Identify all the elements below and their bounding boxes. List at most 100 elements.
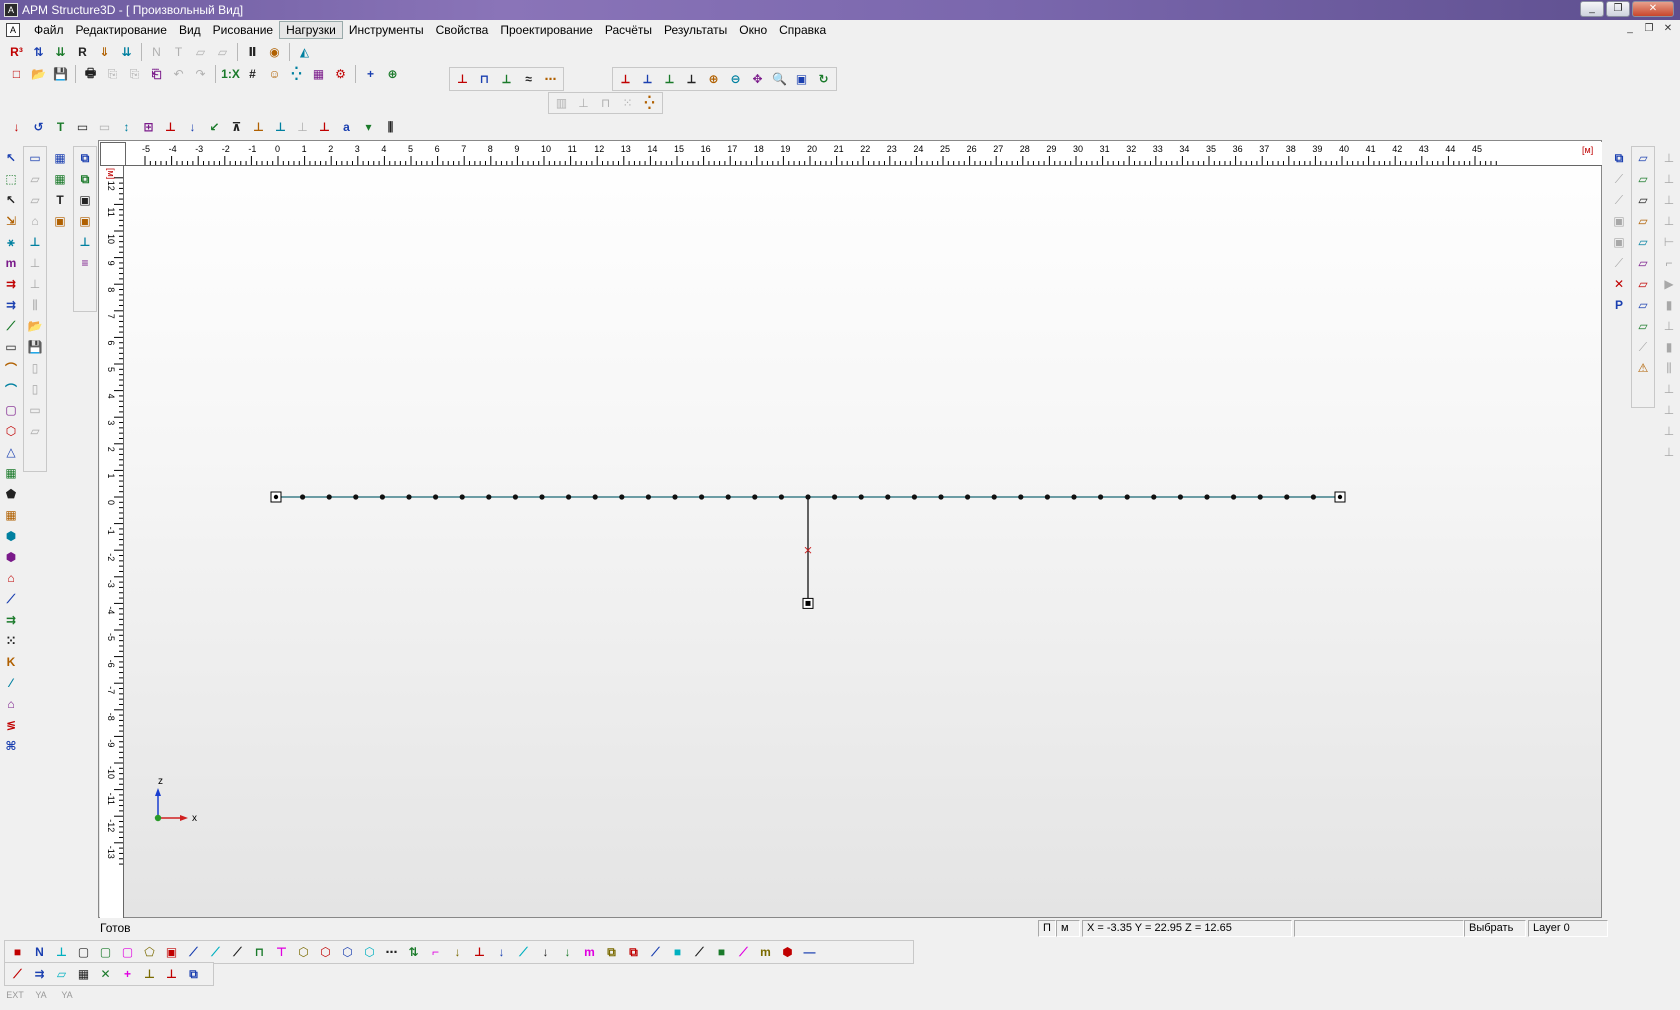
vtb-right1-tool-4-icon[interactable]: ▣ — [1609, 232, 1629, 252]
zoom-tool-9-icon[interactable]: ↻ — [813, 69, 834, 89]
vtb-left2-tool-1-icon[interactable]: ▱ — [25, 169, 45, 189]
zoom_row2-tool-1-icon[interactable]: ⊥ — [573, 93, 594, 113]
beam-node[interactable] — [619, 494, 625, 500]
vtb-left3-tool-2-icon[interactable]: T — [50, 190, 70, 210]
vtb-left4-tool-0-icon[interactable]: ⧉ — [75, 148, 95, 168]
zoom-tool-4-icon[interactable]: ⊕ — [703, 69, 724, 89]
row1-tool-5-icon[interactable]: ⇊ — [116, 42, 137, 62]
row2-tool-15-icon[interactable]: + — [360, 64, 381, 84]
zoom-tool-7-icon[interactable]: 🔍 — [769, 69, 790, 89]
vtb-left1-tool-12-icon[interactable]: ▢ — [1, 400, 21, 420]
ext-button[interactable]: EXT — [4, 986, 26, 1004]
vtb-left4-tool-1-icon[interactable]: ⧉ — [75, 169, 95, 189]
zoom_row2-tool-2-icon[interactable]: ⊓ — [595, 93, 616, 113]
vtb-left3-tool-1-icon[interactable]: ▦ — [50, 169, 70, 189]
row2-tool-12-icon[interactable]: ⁛ — [286, 64, 307, 84]
row2-tool-6-icon[interactable]: ⎗ — [146, 64, 167, 84]
bottom2-tool-4-icon[interactable]: ✕ — [95, 964, 116, 984]
vtb-left1-tool-26-icon[interactable]: ⌂ — [1, 694, 21, 714]
ya-button[interactable]: YA — [30, 986, 52, 1004]
bottom1-tool-15-icon[interactable]: ⬡ — [337, 942, 358, 962]
bottom1-tool-26-icon[interactable]: m — [579, 942, 600, 962]
loads-tool-4-icon[interactable]: ▭ — [94, 117, 115, 137]
beam-node[interactable] — [300, 494, 306, 500]
vtb-left2-tool-4-icon[interactable]: ⊥ — [25, 232, 45, 252]
vtb-left1-tool-6-icon[interactable]: ⇉ — [1, 274, 21, 294]
view-tool-4-icon[interactable]: ⋯ — [540, 69, 561, 89]
vtb-left2-tool-3-icon[interactable]: ⌂ — [25, 211, 45, 231]
beam-node[interactable] — [725, 494, 731, 500]
loads-tool-15-icon[interactable]: a — [336, 117, 357, 137]
vtb-right3-tool-5-icon[interactable]: ⌐ — [1659, 253, 1679, 273]
vtb-left1-tool-21-icon[interactable]: ⟋ — [1, 589, 21, 609]
bottom2-tool-3-icon[interactable]: ▦ — [73, 964, 94, 984]
row2-tool-16-icon[interactable]: ⊕ — [382, 64, 403, 84]
vtb-right2-tool-5-icon[interactable]: ▱ — [1633, 253, 1653, 273]
beam-node[interactable] — [885, 494, 891, 500]
vtb-right2-tool-4-icon[interactable]: ▱ — [1633, 232, 1653, 252]
beam-node[interactable] — [699, 494, 705, 500]
bottom1-tool-14-icon[interactable]: ⬡ — [315, 942, 336, 962]
beam-node[interactable] — [592, 494, 598, 500]
menu-item-7[interactable]: Проектирование — [494, 21, 599, 39]
bottom2-tool-2-icon[interactable]: ▱ — [51, 964, 72, 984]
vtb-left4-tool-5-icon[interactable]: ≡ — [75, 253, 95, 273]
vtb-right2-tool-9-icon[interactable]: ⟋ — [1633, 337, 1653, 357]
bottom1-tool-35-icon[interactable]: ⬢ — [777, 942, 798, 962]
loads-tool-10-icon[interactable]: ⊼ — [226, 117, 247, 137]
row2-tool-3-icon[interactable]: 🖶 — [80, 64, 101, 84]
structure-model[interactable]: zx — [124, 166, 1602, 918]
loads-tool-1-icon[interactable]: ↺ — [28, 117, 49, 137]
menu-item-4[interactable]: Нагрузки — [279, 21, 343, 39]
vtb-left4-tool-3-icon[interactable]: ▣ — [75, 211, 95, 231]
beam-node[interactable] — [938, 494, 944, 500]
view-tool-0-icon[interactable]: ⊥ — [452, 69, 473, 89]
bottom1-tool-13-icon[interactable]: ⬡ — [293, 942, 314, 962]
vtb-left2-tool-12-icon[interactable]: ▭ — [25, 400, 45, 420]
close-button[interactable]: ✕ — [1632, 1, 1674, 17]
zoom-tool-2-icon[interactable]: ⟂ — [659, 69, 680, 89]
menu-item-11[interactable]: Справка — [773, 21, 832, 39]
menu-item-9[interactable]: Результаты — [658, 21, 733, 39]
vtb-left1-tool-10-icon[interactable]: ⌒ — [1, 358, 21, 378]
vtb-left1-tool-24-icon[interactable]: K — [1, 652, 21, 672]
loads-tool-16-icon[interactable]: ▾ — [358, 117, 379, 137]
menu-item-5[interactable]: Инструменты — [343, 21, 430, 39]
beam-node[interactable] — [433, 494, 439, 500]
loads-tool-0-icon[interactable]: ↓ — [6, 117, 27, 137]
vtb-left1-tool-20-icon[interactable]: ⌂ — [1, 568, 21, 588]
vtb-right3-tool-6-icon[interactable]: ▶ — [1659, 274, 1679, 294]
loads-tool-2-icon[interactable]: T — [50, 117, 71, 137]
loads-tool-14-icon[interactable]: ⊥ — [314, 117, 335, 137]
vtb-right2-tool-8-icon[interactable]: ▱ — [1633, 316, 1653, 336]
row2-tool-5-icon[interactable]: ⎘ — [124, 64, 145, 84]
vtb-right1-tool-0-icon[interactable]: ⧉ — [1609, 148, 1629, 168]
menu-item-6[interactable]: Свойства — [430, 21, 495, 39]
beam-node[interactable] — [1177, 494, 1183, 500]
vtb-left1-tool-17-icon[interactable]: ▦ — [1, 505, 21, 525]
vtb-right3-tool-8-icon[interactable]: ⊥ — [1659, 316, 1679, 336]
vtb-right3-tool-1-icon[interactable]: ⊥ — [1659, 169, 1679, 189]
loads-tool-11-icon[interactable]: ⊥ — [248, 117, 269, 137]
bottom2-tool-8-icon[interactable]: ⧉ — [183, 964, 204, 984]
vtb-left1-tool-15-icon[interactable]: ▦ — [1, 463, 21, 483]
beam-node[interactable] — [1310, 494, 1316, 500]
beam-node[interactable] — [566, 494, 572, 500]
bottom1-tool-9-icon[interactable]: ⟋ — [205, 942, 226, 962]
vtb-left4-tool-2-icon[interactable]: ▣ — [75, 190, 95, 210]
row1-tool-12-icon[interactable]: ◭ — [294, 42, 315, 62]
menu-item-8[interactable]: Расчёты — [599, 21, 658, 39]
vtb-left2-tool-7-icon[interactable]: ⫼ — [25, 295, 45, 315]
row1-tool-9-icon[interactable]: ▱ — [212, 42, 233, 62]
vtb-left1-tool-9-icon[interactable]: ▭ — [1, 337, 21, 357]
minimize-button[interactable]: _ — [1580, 1, 1604, 17]
vtb-left3-tool-0-icon[interactable]: ▦ — [50, 148, 70, 168]
vtb-left2-tool-10-icon[interactable]: ▯ — [25, 358, 45, 378]
bottom1-tool-21-icon[interactable]: ⊥ — [469, 942, 490, 962]
row1-tool-2-icon[interactable]: ⇊ — [50, 42, 71, 62]
vtb-left1-tool-27-icon[interactable]: ≶ — [1, 715, 21, 735]
zoom_row2-tool-3-icon[interactable]: ⁙ — [617, 93, 638, 113]
vtb-left1-tool-7-icon[interactable]: ⇉ — [1, 295, 21, 315]
vtb-right2-tool-10-icon[interactable]: ⚠ — [1633, 358, 1653, 378]
bottom1-tool-19-icon[interactable]: ⌐ — [425, 942, 446, 962]
